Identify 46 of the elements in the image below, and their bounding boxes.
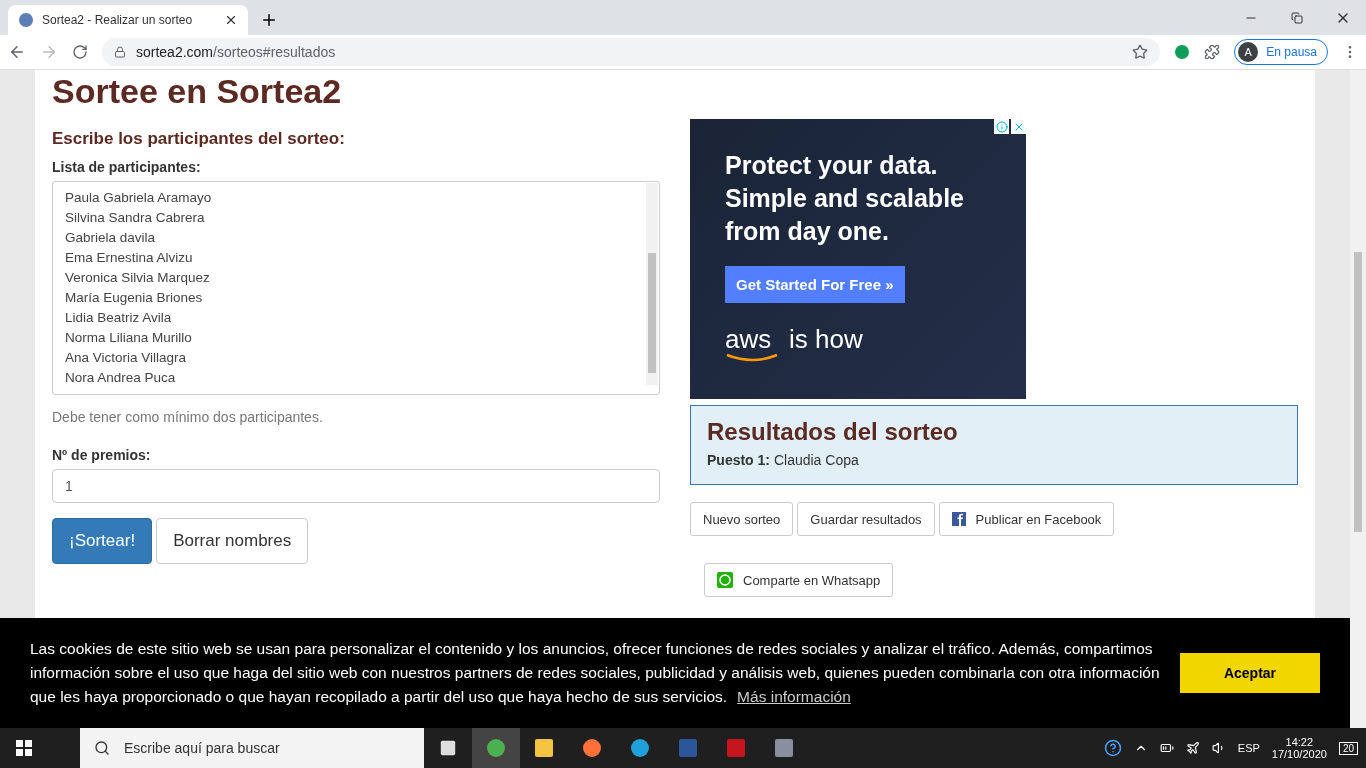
close-icon[interactable] [224, 13, 238, 27]
action-button[interactable]: Publicar en Facebook [938, 502, 1115, 536]
search-icon [94, 740, 110, 756]
ad-tagline: is how [789, 325, 863, 353]
facebook-icon [951, 512, 966, 526]
cookie-text: Las cookies de este sitio web se usan para personalizar el contenido y los anuncios, ofrecer funciones de redes sociales y analizar el tráfico. Además, compartimos información sobre el uso que haga del sitio web con nuestros partners de redes sociales, publicidad y análisis web, quienes pueden combinarla con otra información que les haya proporcionado o que hayan recopilado a partir del uso que haya hecho de sus servicios. Más información [30, 639, 1161, 707]
field-label: Nº de premios: [52, 447, 152, 463]
address-bar[interactable]: sortea2.com/sorteos#resultados [102, 38, 1161, 66]
page-scrollbar[interactable] [1350, 70, 1366, 728]
new-tab-icon[interactable] [260, 11, 278, 29]
ad-cta-button[interactable]: Get Started For Free » [725, 266, 905, 303]
more-info-link[interactable]: Más información [737, 688, 851, 705]
back-icon[interactable] [8, 43, 26, 61]
notification-badge[interactable]: 20 [1338, 741, 1358, 755]
windows-icon[interactable] [16, 740, 32, 756]
ad-headline: Protect your data. Simple and scalable from day one. [725, 150, 965, 247]
section-heading: Escribe los participantes del sorteo: [52, 129, 346, 149]
result-line: Puesto 1: Claudia Copa [707, 452, 860, 468]
participants-field[interactable]: Paula Gabriela Aramayo Silvina Sandra Cabrera Gabriela davila Ema Ernestina Alvizu Veronica Silvia Marquez María Eugenia Briones Lidia Beatriz Avila Norma Liliana Murillo Ana Victoria Villagra Nora Andrea Puca [52, 181, 660, 395]
taskbar-search-field[interactable]: Escribe aquí para buscar [80, 728, 424, 768]
browser-tab[interactable]: Sortea2 - Realizar un sorteo [8, 5, 248, 35]
puzzle-icon[interactable] [1204, 44, 1221, 60]
hint-text: Debe tener como mínimo dos participantes. [52, 409, 324, 425]
restore-icon[interactable] [1291, 11, 1303, 24]
help-icon[interactable] [1103, 739, 1122, 757]
star-icon[interactable] [1132, 44, 1149, 60]
action-button[interactable]: Nuevo sorteo [690, 502, 794, 536]
ad-banner[interactable]: Protect your data. Simple and scalable from day one. Get Started For Free » aws is how [690, 119, 1026, 399]
action-button[interactable]: Guardar resultados [797, 502, 935, 536]
lock-icon [114, 46, 126, 58]
clock[interactable]: 14:22 17/10/2020 [1271, 736, 1327, 760]
airplane-icon[interactable] [1185, 741, 1200, 755]
language-indicator[interactable]: ESP [1237, 742, 1260, 754]
field-label: Lista de participantes: [52, 159, 202, 175]
scrollbar[interactable] [646, 183, 658, 385]
clear-button[interactable]: Borrar nombres [156, 518, 309, 564]
results-title: Resultados del sorteo [707, 418, 959, 446]
draw-button[interactable]: ¡Sortear! [52, 518, 153, 564]
whatsapp-button[interactable]: Comparte en Whatsapp [704, 563, 894, 597]
whatsapp-icon [717, 572, 733, 588]
ad-logo: aws [725, 325, 773, 353]
reload-icon[interactable] [72, 44, 88, 60]
accept-button[interactable]: Aceptar [1180, 653, 1320, 693]
prizes-input[interactable]: 1 [52, 469, 660, 503]
battery-icon[interactable] [1159, 741, 1174, 755]
page-title: Sortee en Sortea2 [52, 72, 343, 111]
